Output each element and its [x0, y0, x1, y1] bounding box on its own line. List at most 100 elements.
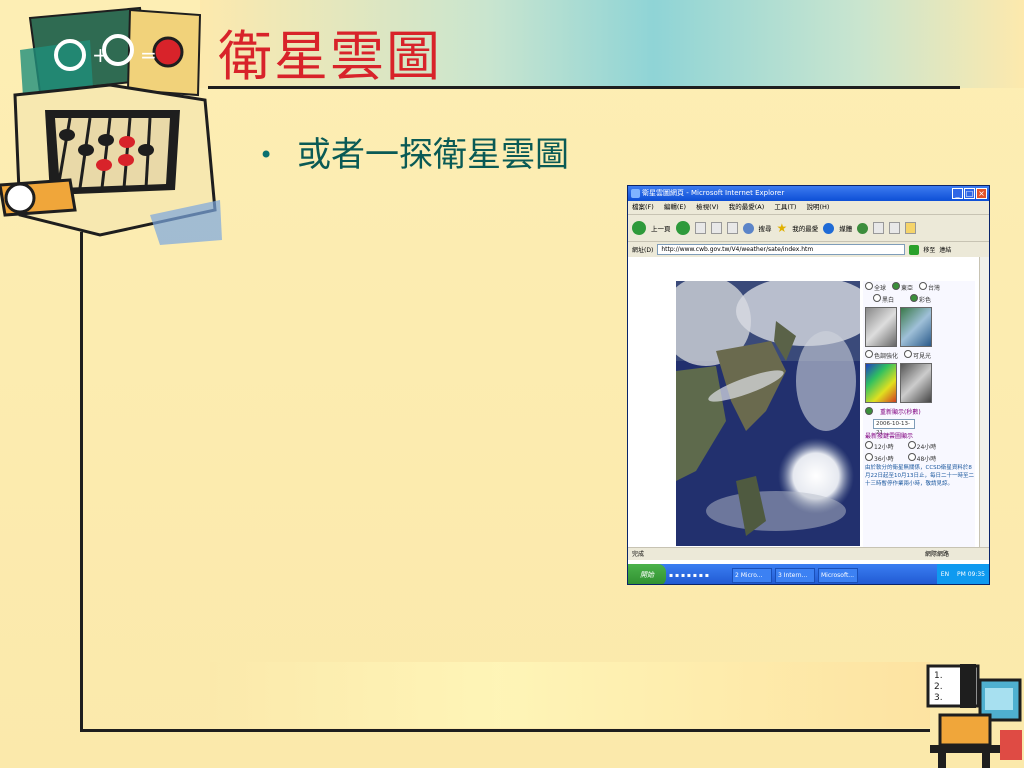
type-option-enhanced[interactable]: 色調強化	[865, 350, 898, 360]
color-options: 黑白 彩色	[863, 293, 975, 305]
folder-icon[interactable]	[905, 222, 917, 234]
menu-view[interactable]: 檢視(V)	[696, 203, 719, 211]
loop-option[interactable]: 重新顯示(秒數)	[863, 405, 975, 417]
latest-label: 最新撥鍵雲圖顯示	[865, 433, 914, 440]
favorites-label[interactable]: 我的最愛	[792, 223, 818, 233]
hour-option-24[interactable]: 24小時	[907, 441, 937, 451]
bullet-list: • 或者一探衛星雲圖	[255, 132, 585, 178]
option-label: 48小時	[916, 456, 937, 463]
menu-file[interactable]: 檔案(F)	[632, 203, 654, 211]
option-label: 全球	[874, 285, 887, 292]
abacus-clipart-icon: + =	[0, 6, 222, 245]
go-label[interactable]: 移至	[923, 245, 935, 254]
radio-icon	[865, 350, 873, 358]
thumbnail-visible[interactable]	[900, 363, 932, 403]
task-button-1[interactable]: 2 Micro...	[732, 567, 772, 583]
radio-selected-icon	[865, 407, 873, 415]
hour-option-48[interactable]: 48小時	[907, 453, 937, 463]
bullet-item: • 或者一探衛星雲圖	[255, 132, 585, 178]
satellite-cloud-image	[676, 281, 860, 546]
go-arrow-icon[interactable]	[909, 244, 920, 255]
loop-label: 重新顯示(秒數)	[880, 408, 921, 416]
history-icon[interactable]	[857, 222, 869, 234]
option-label: 東亞	[901, 285, 914, 292]
task-button-2[interactable]: 3 Intern...	[775, 567, 815, 583]
option-label: 黑白	[882, 297, 895, 304]
close-icon[interactable]: ×	[976, 188, 987, 199]
option-label: 可見光	[913, 353, 932, 360]
svg-text:2.: 2.	[934, 682, 943, 692]
left-rule	[80, 232, 83, 732]
region-option-taiwan[interactable]: 台灣	[919, 282, 940, 292]
system-tray: EN PM 09:35	[936, 564, 989, 584]
option-label: 36小時	[874, 456, 894, 463]
menu-edit[interactable]: 編輯(E)	[664, 203, 686, 211]
radio-icon	[865, 282, 873, 290]
hour-options-b: 36小時 48小時	[863, 452, 975, 464]
minimize-icon[interactable]: _	[952, 188, 963, 199]
radio-selected-icon	[892, 282, 901, 290]
hour-option-36[interactable]: 36小時	[865, 453, 894, 463]
type-option-visible[interactable]: 可見光	[904, 350, 931, 360]
browser-screenshot: 衛星雲圖網頁 - Microsoft Internet Explorer _ □…	[627, 185, 990, 585]
ie-logo-icon	[631, 189, 640, 198]
maximize-icon[interactable]: □	[964, 188, 975, 199]
tray-clock: PM 09:35	[957, 571, 985, 578]
color-option-color[interactable]: 彩色	[910, 294, 931, 304]
taskbar: 開始 ▪ ▪ ▪ ▪ ▪ ▪ ▪ 2 Micro... 3 Intern... …	[628, 564, 989, 584]
vertical-scrollbar[interactable]	[979, 257, 989, 547]
option-label: 12小時	[874, 444, 894, 451]
address-bar: 網址(D) http://www.cwb.gov.tw/V4/weather/s…	[628, 242, 989, 258]
web-content: 全球 東亞 台灣 黑白 彩色 色調強化 可見光 重新顯示(秒數) 2006-10…	[628, 257, 980, 547]
radio-icon	[904, 350, 913, 358]
region-options: 全球 東亞 台灣	[863, 281, 975, 293]
quick-launch: ▪ ▪ ▪ ▪ ▪ ▪ ▪	[669, 571, 709, 579]
window-title: 衛星雲圖網頁 - Microsoft Internet Explorer	[642, 189, 785, 197]
forward-arrow-icon[interactable]	[675, 221, 690, 235]
menu-tools[interactable]: 工具(T)	[774, 203, 796, 211]
refresh-icon[interactable]	[710, 222, 722, 234]
media-icon[interactable]	[823, 222, 835, 234]
bullet-text: 或者一探衛星雲圖	[297, 135, 569, 175]
home-icon[interactable]	[726, 222, 738, 234]
svg-text:3.: 3.	[934, 693, 943, 703]
color-option-bw[interactable]: 黑白	[873, 294, 894, 304]
region-option-global[interactable]: 全球	[865, 282, 886, 292]
option-label: 色調強化	[874, 353, 899, 360]
print-icon[interactable]	[889, 222, 901, 234]
media-label[interactable]: 媒體	[839, 223, 852, 233]
bottom-rule	[80, 729, 930, 732]
browser-toolbar: 上一頁 搜尋 ★ 我的最愛 媒體	[628, 215, 989, 242]
search-icon[interactable]	[742, 222, 754, 234]
radio-selected-icon	[910, 294, 919, 302]
svg-text:=: =	[140, 43, 157, 67]
search-label[interactable]: 搜尋	[759, 223, 772, 233]
task-button-3[interactable]: Microsoft...	[818, 567, 858, 583]
hour-options-a: 12小時 24小時	[863, 440, 975, 452]
back-label[interactable]: 上一頁	[651, 223, 671, 233]
classroom-clipart-icon: 1. 2. 3.	[926, 664, 1022, 768]
date-select[interactable]: 2006-10-13-21	[873, 419, 915, 436]
tray-language[interactable]: EN	[941, 571, 949, 578]
thumbnail-color[interactable]	[900, 307, 932, 347]
footer-band	[210, 662, 930, 728]
favorites-star-icon[interactable]: ★	[777, 221, 788, 235]
links-label[interactable]: 連結	[939, 245, 951, 254]
thumbnail-enhanced[interactable]	[865, 363, 897, 403]
window-controls: _ □ ×	[952, 188, 987, 199]
start-button[interactable]: 開始	[628, 564, 666, 584]
mail-icon[interactable]	[873, 222, 885, 234]
slide: + = 衛星雲圖 • 或者一探衛星雲圖 衛星雲圖網頁 - Microsoft I…	[0, 0, 1024, 768]
menu-help[interactable]: 說明(H)	[807, 203, 830, 211]
back-arrow-icon[interactable]	[632, 221, 646, 235]
stop-icon[interactable]	[694, 222, 706, 234]
hour-option-12[interactable]: 12小時	[865, 441, 894, 451]
address-input[interactable]: http://www.cwb.gov.tw/V4/weather/sate/in…	[657, 244, 906, 255]
region-option-eastasia[interactable]: 東亞	[892, 282, 913, 292]
radio-icon	[865, 441, 873, 449]
option-label: 24小時	[916, 444, 937, 451]
slide-title: 衛星雲圖	[218, 25, 442, 88]
menu-favorites[interactable]: 我的最愛(A)	[729, 203, 765, 211]
satellite-options-panel: 全球 東亞 台灣 黑白 彩色 色調強化 可見光 重新顯示(秒數) 2006-10…	[863, 281, 975, 547]
thumbnail-bw[interactable]	[865, 307, 897, 347]
